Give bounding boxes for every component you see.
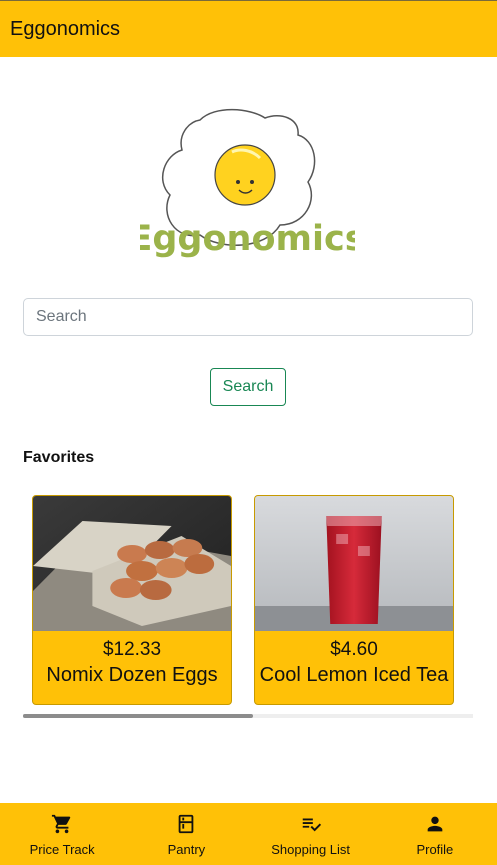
- nav-item-price-track[interactable]: Price Track: [0, 803, 124, 865]
- scrollbar-thumb[interactable]: [23, 714, 253, 718]
- cart-icon: [52, 814, 71, 834]
- playlist-check-icon: [302, 818, 321, 832]
- logo-text: Eggonomics: [140, 219, 355, 259]
- card-name: Cool Lemon Iced Tea: [259, 664, 449, 686]
- person-icon: [427, 816, 443, 832]
- iced-tea-image: [255, 496, 453, 631]
- nav-item-pantry[interactable]: Pantry: [124, 803, 248, 865]
- eggonomics-logo: Eggonomics: [140, 108, 355, 259]
- fridge-icon: [179, 814, 194, 834]
- favorite-card-iced-tea[interactable]: $4.60 Cool Lemon Iced Tea: [254, 495, 454, 705]
- eggs-carton-image: [33, 496, 231, 631]
- bottom-nav: Price Track Pantry Shopping List Profile: [0, 803, 497, 865]
- search-button[interactable]: Search: [210, 368, 286, 406]
- nav-label: Profile: [416, 842, 454, 857]
- nav-label: Price Track: [29, 842, 95, 857]
- search-input[interactable]: [23, 298, 473, 336]
- favorites-title: Favorites: [23, 449, 95, 466]
- favorite-card-eggs[interactable]: $12.33 Nomix Dozen Eggs: [32, 495, 232, 705]
- app-header: Eggonomics: [0, 0, 497, 57]
- app-title: Eggonomics: [10, 17, 121, 40]
- nav-label: Shopping List: [271, 842, 351, 857]
- favorites-scrollbar[interactable]: [23, 714, 473, 718]
- card-price: $4.60: [330, 639, 378, 660]
- nav-label: Pantry: [167, 842, 206, 857]
- card-name: Nomix Dozen Eggs: [46, 664, 218, 686]
- nav-item-profile[interactable]: Profile: [373, 803, 497, 865]
- card-price: $12.33: [102, 639, 162, 660]
- nav-item-shopping-list[interactable]: Shopping List: [249, 803, 373, 865]
